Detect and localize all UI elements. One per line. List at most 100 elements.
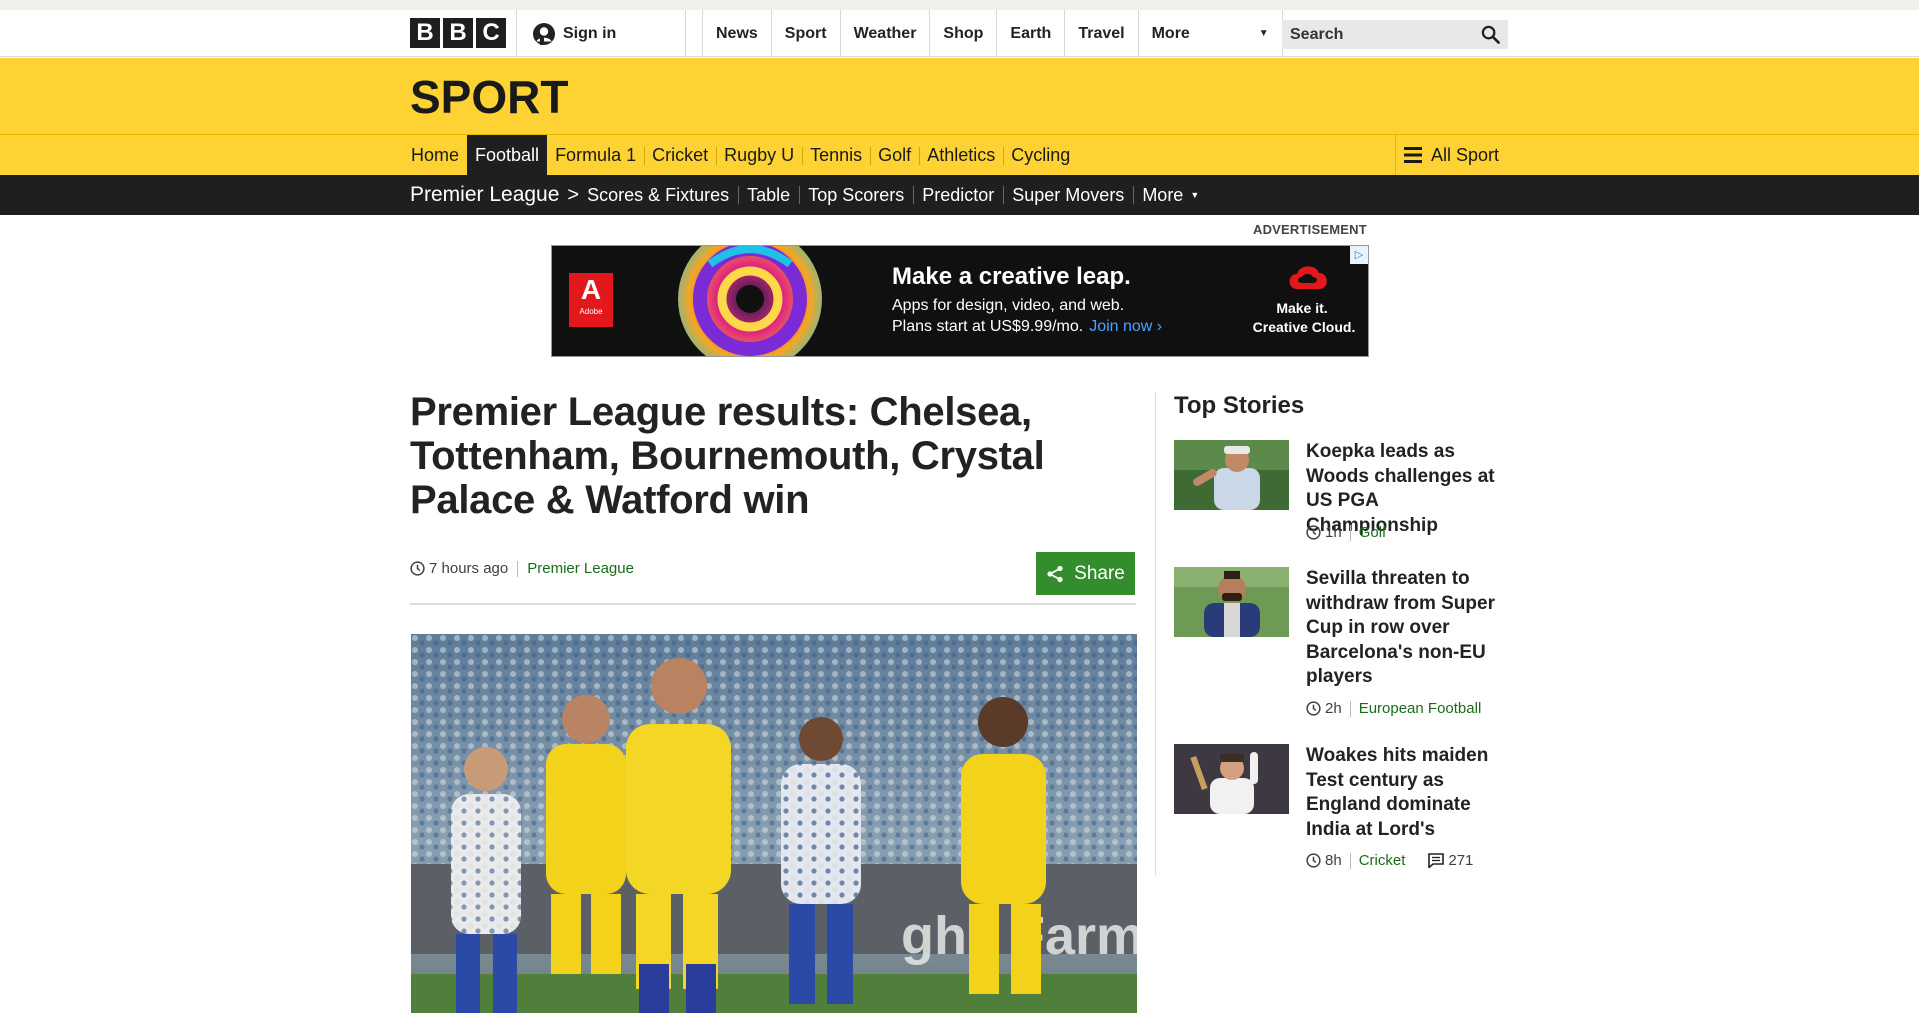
story-time: 8h bbox=[1325, 852, 1342, 869]
subnav-top-scorers[interactable]: Top Scorers bbox=[799, 175, 913, 215]
sport-nav-home[interactable]: Home bbox=[410, 135, 467, 175]
sidebar-divider bbox=[1155, 392, 1156, 875]
sport-nav-rugby-union[interactable]: Rugby U bbox=[716, 135, 802, 175]
creative-swirl-artwork bbox=[678, 246, 822, 356]
adchoices-icon[interactable]: ▷ bbox=[1350, 246, 1368, 264]
creative-cloud-icon bbox=[1289, 266, 1327, 289]
bbc-logo[interactable]: B B C bbox=[410, 18, 506, 48]
sport-nav: Home Football Formula 1 Cricket Rugby U … bbox=[0, 135, 1919, 175]
logo-letter-c: C bbox=[476, 18, 506, 48]
sport-nav-football[interactable]: Football bbox=[467, 135, 548, 175]
story-time: 1h bbox=[1325, 524, 1342, 541]
global-nav-sport[interactable]: Sport bbox=[770, 10, 840, 57]
football-match-photo: ghs Farm Shop bbox=[411, 634, 1137, 1013]
article-section-link[interactable]: Premier League bbox=[527, 560, 634, 577]
signin-button[interactable]: Sign in bbox=[516, 10, 686, 57]
ad-price-text: Plans start at US$9.99/mo. bbox=[892, 318, 1084, 335]
article-headline: Premier League results: Chelsea, Tottenh… bbox=[410, 390, 1045, 522]
global-nav: News Sport Weather Shop Earth Travel Mor… bbox=[702, 10, 1283, 57]
logo-letter-b2: B bbox=[443, 18, 473, 48]
story-headline[interactable]: Woakes hits maiden Test century as Engla… bbox=[1306, 744, 1514, 842]
search-input[interactable] bbox=[1290, 25, 1470, 44]
cricketer-photo bbox=[1174, 744, 1289, 814]
subnav-scores-fixtures[interactable]: Scores & Fixtures bbox=[587, 175, 738, 215]
share-button[interactable]: Share bbox=[1036, 552, 1135, 595]
bbc-global-bar: B B C Sign in News Sport Weather Shop Ea… bbox=[0, 10, 1919, 57]
subnav-section-title[interactable]: Premier League bbox=[410, 183, 559, 207]
article-timestamp: 7 hours ago bbox=[429, 560, 509, 577]
story-tag-link[interactable]: Cricket bbox=[1359, 852, 1406, 869]
share-label: Share bbox=[1074, 562, 1125, 584]
footballer-photo bbox=[1174, 567, 1289, 637]
subnav-table[interactable]: Table bbox=[738, 175, 799, 215]
sport-wordmark[interactable]: SPORT bbox=[410, 70, 568, 124]
sport-nav-cricket[interactable]: Cricket bbox=[644, 135, 716, 175]
meta-divider bbox=[1349, 852, 1351, 869]
all-sport-label: All Sport bbox=[1431, 144, 1500, 165]
sport-nav-golf[interactable]: Golf bbox=[870, 135, 919, 175]
sport-nav-athletics[interactable]: Athletics bbox=[919, 135, 1003, 175]
subnav-more-label: More bbox=[1142, 184, 1184, 205]
global-nav-shop[interactable]: Shop bbox=[929, 10, 996, 57]
search-icon[interactable] bbox=[1481, 25, 1500, 44]
article-hero-image: ghs Farm Shop bbox=[411, 634, 1137, 1013]
caret-down-icon: ▼ bbox=[1258, 28, 1269, 39]
story-thumbnail[interactable] bbox=[1174, 744, 1289, 814]
sport-nav-formula-1[interactable]: Formula 1 bbox=[547, 135, 644, 175]
story-thumbnail[interactable] bbox=[1174, 440, 1289, 510]
story-meta: 2h European Football bbox=[1306, 700, 1481, 717]
golfer-photo bbox=[1174, 440, 1289, 510]
search-box bbox=[1282, 20, 1508, 49]
global-nav-news[interactable]: News bbox=[702, 10, 771, 57]
sport-nav-cycling[interactable]: Cycling bbox=[1003, 135, 1078, 175]
clock-icon bbox=[1306, 853, 1321, 868]
more-label: More bbox=[1151, 24, 1190, 42]
global-nav-earth[interactable]: Earth bbox=[996, 10, 1064, 57]
story-meta: 1h Golf bbox=[1306, 524, 1386, 541]
user-avatar-icon bbox=[533, 22, 555, 45]
global-nav-travel[interactable]: Travel bbox=[1064, 10, 1137, 57]
story-tag-link[interactable]: Golf bbox=[1359, 524, 1387, 541]
clock-icon bbox=[1306, 701, 1321, 716]
meta-divider bbox=[1349, 700, 1351, 717]
sport-header: SPORT bbox=[0, 58, 1919, 135]
hamburger-menu-icon bbox=[1404, 147, 1422, 163]
sport-nav-tennis[interactable]: Tennis bbox=[802, 135, 870, 175]
global-nav-weather[interactable]: Weather bbox=[839, 10, 930, 57]
adobe-brand-text: Adobe bbox=[579, 307, 603, 316]
signin-label: Sign in bbox=[563, 24, 617, 42]
meta-divider bbox=[1349, 524, 1351, 541]
advertisement-label: ADVERTISEMENT bbox=[1253, 222, 1367, 237]
logo-letter-b1: B bbox=[410, 18, 440, 48]
share-icon bbox=[1047, 565, 1063, 582]
comment-icon[interactable] bbox=[1428, 853, 1445, 868]
ad-join-now-link[interactable]: Join now › bbox=[1089, 318, 1162, 335]
ad-tagline-2: Creative Cloud. bbox=[1252, 319, 1356, 335]
global-nav-more-button[interactable]: More ▼ bbox=[1137, 10, 1283, 57]
article-meta: 7 hours ago Premier League bbox=[410, 560, 634, 577]
all-sport-button[interactable]: All Sport bbox=[1395, 135, 1510, 175]
ad-copy-line1: Apps for design, video, and web. bbox=[892, 297, 1125, 314]
story-comment-count[interactable]: 271 bbox=[1448, 852, 1473, 869]
adobe-advertisement-banner[interactable]: A Adobe Make a creative leap. Apps for d… bbox=[551, 245, 1369, 357]
adobe-logo: A Adobe bbox=[569, 273, 613, 327]
browser-top-strip bbox=[0, 0, 1919, 10]
meta-divider bbox=[517, 560, 519, 577]
story-headline[interactable]: Sevilla threaten to withdraw from Super … bbox=[1306, 567, 1514, 690]
ad-tagline-1: Make it. bbox=[1276, 300, 1328, 316]
premier-league-subnav: Premier League > Scores & Fixtures Table… bbox=[0, 175, 1919, 215]
meta-divider-rule bbox=[410, 603, 1136, 605]
story-thumbnail[interactable] bbox=[1174, 567, 1289, 637]
ad-copy-line2: Plans start at US$9.99/mo. Join now › bbox=[892, 318, 1162, 336]
ad-headline: Make a creative leap. bbox=[892, 263, 1131, 290]
subnav-super-movers[interactable]: Super Movers bbox=[1003, 175, 1133, 215]
top-stories-title: Top Stories bbox=[1174, 392, 1305, 419]
caret-down-icon: ▼ bbox=[1190, 190, 1200, 200]
subnav-more-button[interactable]: More ▼ bbox=[1133, 175, 1208, 215]
clock-icon bbox=[410, 561, 425, 576]
chevron-right-icon: > bbox=[567, 183, 580, 206]
story-time: 2h bbox=[1325, 700, 1342, 717]
clock-icon bbox=[1306, 525, 1321, 540]
subnav-predictor[interactable]: Predictor bbox=[913, 175, 1003, 215]
story-tag-link[interactable]: European Football bbox=[1359, 700, 1482, 717]
